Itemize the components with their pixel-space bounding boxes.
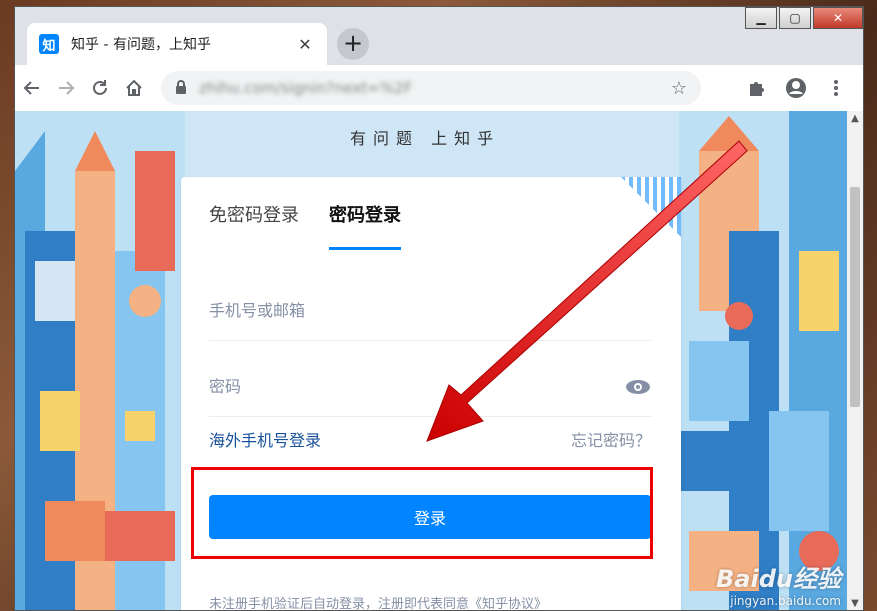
overseas-phone-login-link[interactable]: 海外手机号登录 bbox=[209, 427, 321, 451]
browser-toolbar: zhihu.com/signin?next=%2F ☆ bbox=[15, 65, 863, 111]
phone-email-field bbox=[209, 281, 651, 341]
phone-email-input[interactable] bbox=[209, 301, 651, 320]
scroll-thumb[interactable] bbox=[850, 187, 860, 407]
back-arrow-icon[interactable] bbox=[15, 71, 49, 105]
reload-icon[interactable] bbox=[83, 71, 117, 105]
browser-window: 知 知乎 - 有问题，上知乎 ✕ + ▁ ▢ ✕ zhihu.com/signi… bbox=[14, 6, 864, 611]
scroll-up-arrow-icon[interactable]: ▲ bbox=[847, 111, 863, 127]
password-field bbox=[209, 357, 651, 417]
scroll-down-arrow-icon[interactable]: ▼ bbox=[847, 596, 863, 610]
minimize-button[interactable]: ▁ bbox=[745, 7, 777, 29]
bookmark-star-icon[interactable]: ☆ bbox=[671, 78, 687, 99]
red-highlight-box bbox=[191, 467, 653, 559]
password-input[interactable] bbox=[209, 377, 625, 396]
tab-passwordless-login[interactable]: 免密码登录 bbox=[209, 201, 299, 250]
watermark-url: jingyan.baidu.com bbox=[730, 594, 841, 608]
tab-title: 知乎 - 有问题，上知乎 bbox=[71, 37, 211, 53]
close-tab-icon[interactable]: ✕ bbox=[295, 35, 315, 54]
vertical-scrollbar[interactable]: ▲ ▼ bbox=[847, 111, 863, 610]
qr-code-corner-icon[interactable] bbox=[621, 177, 681, 237]
show-password-eye-icon[interactable] bbox=[625, 379, 651, 395]
close-window-button[interactable]: ✕ bbox=[813, 7, 863, 29]
address-bar[interactable]: zhihu.com/signin?next=%2F ☆ bbox=[161, 71, 701, 105]
home-icon[interactable] bbox=[117, 71, 151, 105]
city-illustration-left bbox=[15, 111, 185, 610]
maximize-button[interactable]: ▢ bbox=[779, 7, 811, 29]
url-text: zhihu.com/signin?next=%2F bbox=[199, 79, 413, 97]
baidu-jingyan-watermark: Baidu经验 jingyan.baidu.com bbox=[716, 559, 841, 608]
login-links: 海外手机号登录 忘记密码？ bbox=[209, 427, 651, 451]
watermark-logo: Baidu经验 bbox=[716, 565, 841, 593]
zhihu-favicon-icon: 知 bbox=[39, 34, 59, 54]
profile-avatar-icon[interactable] bbox=[779, 71, 813, 105]
browser-tab[interactable]: 知 知乎 - 有问题，上知乎 ✕ bbox=[27, 23, 327, 65]
window-controls: ▁ ▢ ✕ bbox=[745, 7, 863, 29]
forward-arrow-icon[interactable] bbox=[49, 71, 83, 105]
menu-dots-icon[interactable] bbox=[819, 71, 853, 105]
registration-notice: 未注册手机验证后自动登录，注册即代表同意《知乎协议》 bbox=[209, 597, 548, 611]
forgot-password-link[interactable]: 忘记密码？ bbox=[571, 427, 651, 451]
login-tabs: 免密码登录 密码登录 bbox=[209, 201, 401, 250]
tab-password-login[interactable]: 密码登录 bbox=[329, 201, 401, 250]
extensions-puzzle-icon[interactable] bbox=[739, 71, 773, 105]
lock-icon bbox=[175, 79, 189, 97]
city-illustration-right bbox=[679, 111, 849, 610]
new-tab-button[interactable]: + bbox=[337, 28, 369, 60]
tab-bar: 知 知乎 - 有问题，上知乎 ✕ + ▁ ▢ ✕ bbox=[15, 7, 863, 65]
zhihu-slogan: 有问题 上知乎 bbox=[350, 129, 501, 148]
page-viewport: 有问题 上知乎 免密码登录 密码登录 海外手机号登录 忘记密码？ 登录 未注册手 bbox=[15, 111, 849, 611]
